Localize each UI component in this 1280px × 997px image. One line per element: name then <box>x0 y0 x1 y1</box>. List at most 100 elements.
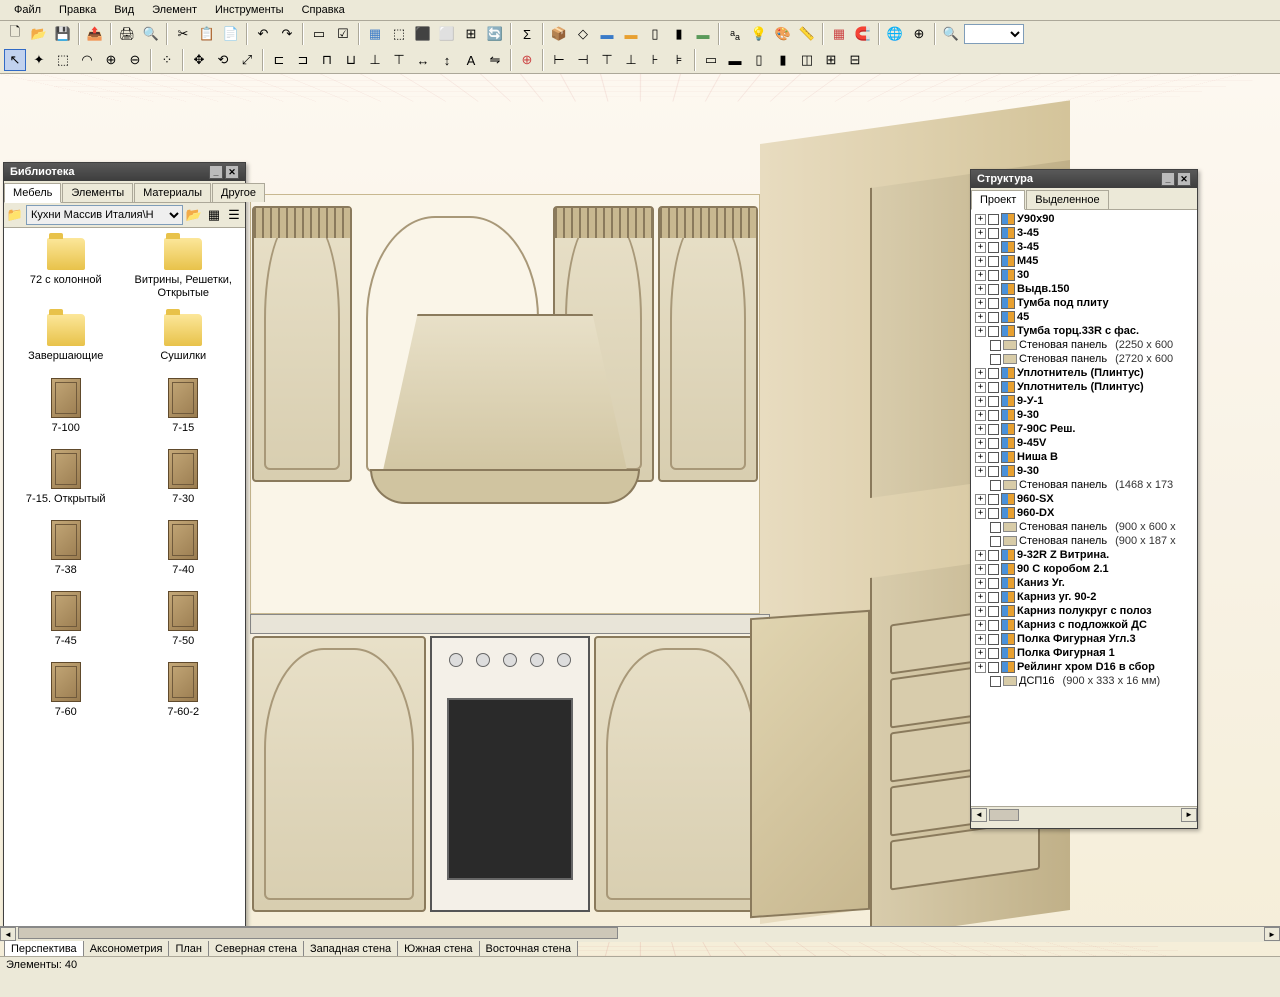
tree-row[interactable]: +Ниша В <box>973 450 1195 464</box>
pointer-icon[interactable]: ↖ <box>4 49 26 71</box>
checkbox[interactable] <box>988 620 999 631</box>
expand-icon[interactable]: + <box>975 648 986 659</box>
box-icon[interactable]: 📦 <box>548 23 570 45</box>
menu-item[interactable]: Файл <box>6 2 49 18</box>
dist-h-icon[interactable]: ↔ <box>412 49 434 71</box>
expand-icon[interactable]: + <box>975 312 986 323</box>
tree-row[interactable]: +9-У-1 <box>973 394 1195 408</box>
expand-icon[interactable]: + <box>975 620 986 631</box>
scroll-thumb[interactable] <box>18 927 618 939</box>
structure-titlebar[interactable]: Структура _ ✕ <box>971 170 1197 188</box>
view-list-icon[interactable]: ☰ <box>225 206 243 224</box>
library-path-select[interactable]: Кухни Массив Италия\Н <box>26 205 183 225</box>
library-item[interactable]: 7-15 <box>128 374 240 439</box>
tree-row[interactable]: +3-45 <box>973 240 1195 254</box>
window-icon[interactable]: ▦ <box>364 23 386 45</box>
library-tab[interactable]: Материалы <box>134 183 211 202</box>
expand-icon[interactable]: + <box>975 228 986 239</box>
group1-icon[interactable]: ▭ <box>700 49 722 71</box>
expand-icon[interactable]: + <box>975 396 986 407</box>
tree-row[interactable]: +Уплотнитель (Плинтус) <box>973 380 1195 394</box>
tree-row[interactable]: ДСП16(900 x 333 x 16 мм) <box>973 674 1195 688</box>
checkbox[interactable] <box>990 340 1001 351</box>
cabinet2-icon[interactable]: ▮ <box>668 23 690 45</box>
tree-row[interactable]: +У90х90 <box>973 212 1195 226</box>
expand-icon[interactable]: + <box>975 256 986 267</box>
tree-row[interactable]: +9-30 <box>973 464 1195 478</box>
align-m-icon[interactable]: ⊥ <box>364 49 386 71</box>
tree-row[interactable]: +Карниз полукруг с полоз <box>973 604 1195 618</box>
edge3-icon[interactable]: ⊤ <box>596 49 618 71</box>
room-icon[interactable]: ▭ <box>308 23 330 45</box>
target-icon[interactable]: ⊕ <box>908 23 930 45</box>
library-tab[interactable]: Элементы <box>62 183 133 202</box>
checkbox[interactable] <box>988 368 999 379</box>
tree-row[interactable]: +Уплотнитель (Плинтус) <box>973 366 1195 380</box>
checkbox[interactable] <box>988 634 999 645</box>
edge1-icon[interactable]: ⊢ <box>548 49 570 71</box>
text-a-icon[interactable]: A <box>460 49 482 71</box>
select-add-icon[interactable]: ⊕ <box>100 49 122 71</box>
library-item[interactable]: 7-40 <box>128 516 240 581</box>
tree-row[interactable]: +Выдв.150 <box>973 282 1195 296</box>
expand-icon[interactable]: + <box>975 326 986 337</box>
select-window-icon[interactable]: ⬚ <box>388 23 410 45</box>
menu-item[interactable]: Инструменты <box>207 2 292 18</box>
viewport-h-scrollbar[interactable]: ◄ ► <box>0 926 1280 942</box>
expand-icon[interactable]: + <box>975 592 986 603</box>
paste-icon[interactable]: 📄 <box>220 23 242 45</box>
refresh-icon[interactable]: 🔄 <box>484 23 506 45</box>
up-folder-icon[interactable]: 📂 <box>185 206 203 224</box>
copy-icon[interactable]: 📋 <box>196 23 218 45</box>
checkbox[interactable] <box>990 354 1001 365</box>
checkbox[interactable] <box>990 522 1001 533</box>
select-lasso-icon[interactable]: ◠ <box>76 49 98 71</box>
checkbox[interactable] <box>988 326 999 337</box>
menu-item[interactable]: Вид <box>106 2 142 18</box>
align-r-icon[interactable]: ⊓ <box>316 49 338 71</box>
globe-icon[interactable]: 🌐 <box>884 23 906 45</box>
edge5-icon[interactable]: ⊦ <box>644 49 666 71</box>
grid-icon[interactable]: ▦ <box>828 23 850 45</box>
tree-row[interactable]: Стеновая панель(1468 x 173 <box>973 478 1195 492</box>
rotate-icon[interactable]: ⟲ <box>212 49 234 71</box>
sum-icon[interactable]: Σ <box>516 23 538 45</box>
light-icon[interactable]: 💡 <box>748 23 770 45</box>
tree-row[interactable]: +3-45 <box>973 226 1195 240</box>
structure-tab[interactable]: Проект <box>971 190 1025 210</box>
dist-v-icon[interactable]: ↕ <box>436 49 458 71</box>
library-item[interactable]: Витрины, Решетки, Открытые <box>128 234 240 304</box>
tree-row[interactable]: +Тумба под плиту <box>973 296 1195 310</box>
tree-row[interactable]: Стеновая панель(2250 x 600 <box>973 338 1195 352</box>
tree-row[interactable]: +30 <box>973 268 1195 282</box>
tree-row[interactable]: Стеновая панель(2720 x 600 <box>973 352 1195 366</box>
checkbox[interactable] <box>988 270 999 281</box>
checkbox[interactable] <box>988 424 999 435</box>
zoom-icon[interactable]: 🔍 <box>940 23 962 45</box>
magnet-icon[interactable]: 🧲 <box>852 23 874 45</box>
expand-icon[interactable]: + <box>975 382 986 393</box>
scroll-left-icon[interactable]: ◄ <box>0 927 16 941</box>
tree-row[interactable]: +Тумба торц.33R с фас. <box>973 324 1195 338</box>
align-b-icon[interactable]: ⊤ <box>388 49 410 71</box>
green-box-icon[interactable]: ▬ <box>692 23 714 45</box>
library-item[interactable]: 7-100 <box>10 374 122 439</box>
align-t-icon[interactable]: ⊔ <box>340 49 362 71</box>
library-tab[interactable]: Другое <box>212 183 265 202</box>
check-icon[interactable]: ☑ <box>332 23 354 45</box>
snap-icon[interactable]: ✦ <box>28 49 50 71</box>
checkbox[interactable] <box>988 312 999 323</box>
expand-icon[interactable]: + <box>975 494 986 505</box>
expand-icon[interactable]: + <box>975 438 986 449</box>
save-icon[interactable]: 💾 <box>52 23 74 45</box>
checkbox[interactable] <box>988 606 999 617</box>
expand-icon[interactable]: + <box>975 410 986 421</box>
expand-icon[interactable]: + <box>975 550 986 561</box>
edge2-icon[interactable]: ⊣ <box>572 49 594 71</box>
cabinet-icon[interactable]: ▯ <box>644 23 666 45</box>
menu-item[interactable]: Элемент <box>144 2 205 18</box>
library-item[interactable]: Сушилки <box>128 310 240 367</box>
scroll-right-icon[interactable]: ► <box>1181 808 1197 822</box>
library-titlebar[interactable]: Библиотека _ ✕ <box>4 163 245 181</box>
edge4-icon[interactable]: ⊥ <box>620 49 642 71</box>
